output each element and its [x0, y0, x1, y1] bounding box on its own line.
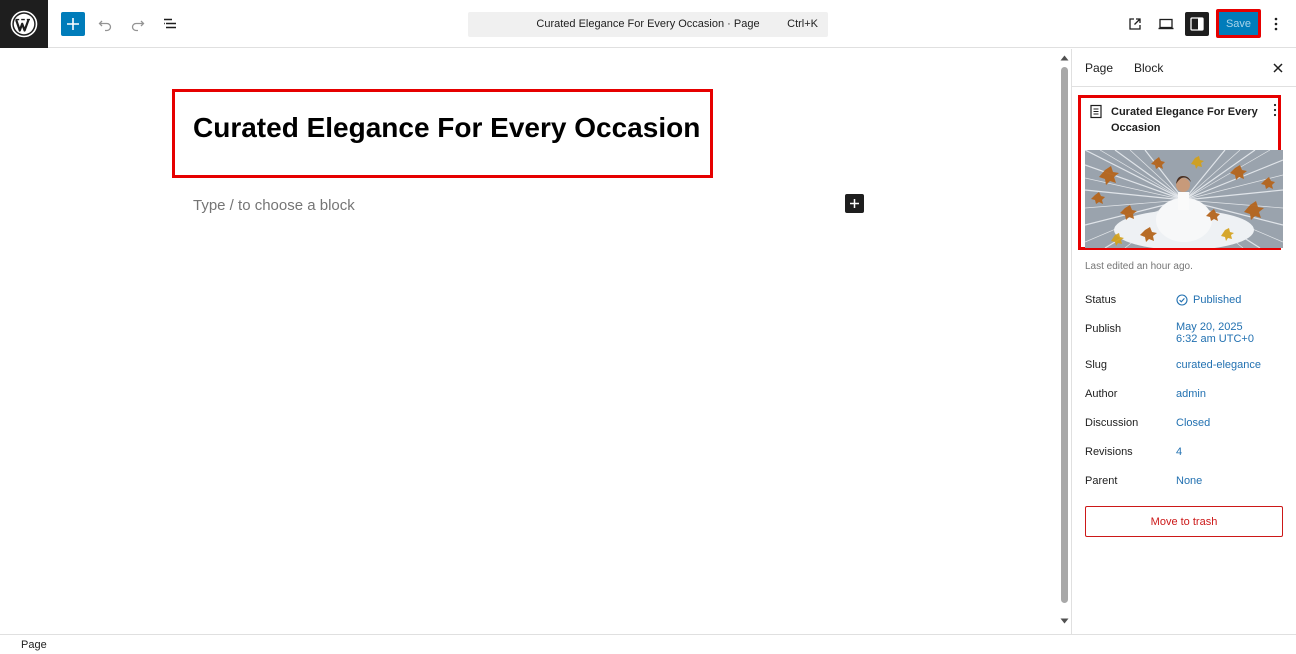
author-value[interactable]: admin: [1176, 388, 1206, 400]
block-breadcrumb-bar: Page: [0, 634, 1296, 654]
scroll-up-arrow-icon[interactable]: [1060, 55, 1069, 61]
status-value-text: Published: [1193, 294, 1242, 306]
view-page-button[interactable]: [1123, 12, 1147, 36]
document-overview-button[interactable]: [158, 12, 182, 36]
more-vertical-icon: [1274, 17, 1278, 31]
plus-icon: [67, 18, 79, 30]
slug-label: Slug: [1085, 359, 1108, 371]
post-summary-card: Curated Elegance For Every Occasion: [1078, 95, 1283, 250]
wordpress-logo-icon[interactable]: [0, 0, 48, 48]
editor-canvas: Curated Elegance For Every Occasion Type…: [0, 49, 1058, 634]
post-summary-title: Curated Elegance For Every Occasion: [1111, 106, 1258, 134]
publish-time: 6:32 am UTC+0: [1176, 333, 1254, 345]
more-vertical-icon[interactable]: [1272, 103, 1278, 117]
inline-add-block-button[interactable]: [845, 194, 864, 213]
author-label: Author: [1085, 388, 1118, 400]
tab-block[interactable]: Block: [1134, 61, 1163, 75]
settings-sidebar: Page Block Curated Elegance For Every Oc…: [1071, 49, 1296, 634]
plus-icon: [850, 199, 859, 208]
status-value[interactable]: Published: [1176, 294, 1241, 306]
document-title-bar: Curated Elegance For Every Occasion · Pa…: [536, 18, 760, 30]
canvas-scrollbar[interactable]: [1058, 49, 1071, 634]
settings-toggle-button[interactable]: [1185, 12, 1209, 36]
tab-page[interactable]: Page: [1085, 61, 1113, 75]
page-title[interactable]: Curated Elegance For Every Occasion: [193, 112, 700, 144]
publish-label: Publish: [1085, 323, 1122, 335]
undo-icon: [98, 20, 112, 32]
sidebar-toggle-icon: [1190, 17, 1204, 31]
check-circle-icon: [1176, 294, 1188, 306]
save-button-label: Save: [1219, 12, 1258, 35]
sidebar-tabs: Page Block: [1072, 49, 1296, 87]
publish-date: May 20, 2025: [1176, 321, 1243, 333]
revisions-value[interactable]: 4: [1176, 446, 1182, 458]
page-title-block[interactable]: Curated Elegance For Every Occasion: [172, 89, 713, 178]
desktop-preview-icon: [1158, 18, 1174, 30]
block-placeholder[interactable]: Type / to choose a block: [193, 197, 355, 214]
redo-button[interactable]: [126, 12, 150, 36]
save-button[interactable]: Save: [1216, 9, 1261, 38]
command-palette-bar[interactable]: Curated Elegance For Every Occasion · Pa…: [468, 12, 828, 37]
list-view-icon: [164, 18, 176, 29]
redo-icon: [131, 20, 145, 32]
slug-value[interactable]: curated-elegance: [1176, 359, 1261, 371]
breadcrumb-page[interactable]: Page: [21, 639, 47, 651]
publish-date-value[interactable]: May 20, 2025 6:32 am UTC+0: [1176, 321, 1254, 345]
revisions-label: Revisions: [1085, 446, 1133, 458]
last-edited-text: Last edited an hour ago.: [1085, 261, 1193, 272]
preview-button[interactable]: [1154, 12, 1178, 36]
keyboard-shortcut-hint: Ctrl+K: [787, 18, 818, 30]
discussion-label: Discussion: [1085, 417, 1139, 429]
scrollbar-thumb[interactable]: [1061, 67, 1068, 603]
parent-value[interactable]: None: [1176, 475, 1202, 487]
external-link-icon: [1129, 18, 1141, 30]
page-icon: [1090, 104, 1102, 119]
move-to-trash-button[interactable]: Move to trash: [1085, 506, 1283, 537]
options-menu-button[interactable]: [1264, 12, 1288, 36]
status-label: Status: [1085, 294, 1117, 306]
add-block-button[interactable]: [61, 12, 85, 36]
discussion-value[interactable]: Closed: [1176, 417, 1210, 429]
undo-button[interactable]: [93, 12, 117, 36]
featured-image[interactable]: [1085, 150, 1283, 248]
editor-header: Curated Elegance For Every Occasion · Pa…: [0, 0, 1296, 48]
parent-label: Parent: [1085, 475, 1118, 487]
close-icon[interactable]: [1271, 61, 1285, 75]
scroll-down-arrow-icon[interactable]: [1060, 618, 1069, 624]
